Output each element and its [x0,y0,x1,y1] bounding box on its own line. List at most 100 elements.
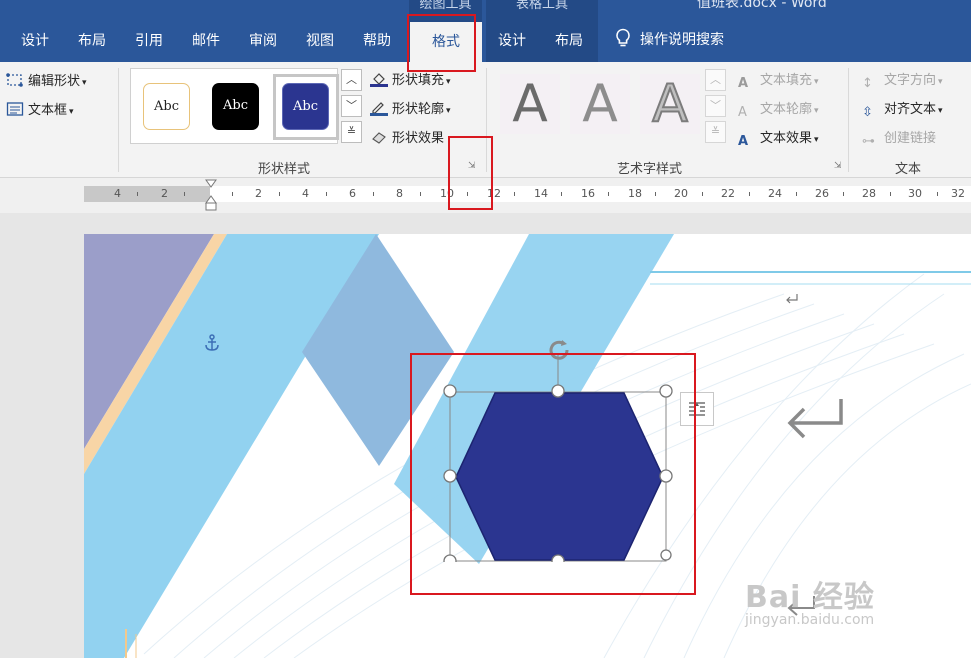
pen-icon [370,102,388,116]
ruler-tick [937,192,938,196]
text-outline-label: 文本轮廓 [760,102,813,117]
chevron-down-icon: ﹀ [346,99,357,112]
text-fill-icon: A [738,76,749,91]
watermark-url: jingyan.baidu.com [745,612,875,628]
document-title: 值班表.docx - Word [697,0,827,11]
text-box-label: 文本框 [28,103,68,118]
text-direction-icon: ↕ [862,76,873,91]
gallery-more-button[interactable]: ≚ [341,121,362,143]
anchor-icon[interactable] [204,334,220,352]
text-effects-icon: A [738,134,749,149]
paint-bucket-icon [370,73,388,87]
ruler-number: 2 [255,187,262,200]
title-tab-bar: 绘图工具 表格工具 值班表.docx - Word 设计 布局 引用 邮件 审阅… [0,0,971,62]
ruler-number: 8 [396,187,403,200]
wordart-group-label: 艺术字样式 [617,162,683,177]
chevron-down-icon: ▾ [938,106,943,116]
wordart-styles-gallery: A A A [496,68,704,144]
ruler-tick [514,192,515,196]
divider [118,68,119,172]
ruler-tick [373,192,374,196]
paragraph-mark-icon [786,294,798,304]
edit-shape-label: 编辑形状 [28,74,81,89]
ruler-tick [749,192,750,196]
ruler-number: 14 [534,187,548,200]
text-box-button[interactable]: 文本框 ▾ [6,99,74,118]
align-text-label: 对齐文本 [884,102,937,117]
wordart-style-1[interactable]: A [500,74,560,134]
tab-design[interactable]: 设计 [21,30,49,50]
shape-style-blue[interactable]: Abc [282,83,329,130]
chevron-up-icon: ︿ [346,73,357,86]
drawing-tools-label: 绘图工具 [419,0,472,12]
shape-style-white[interactable]: Abc [143,83,190,130]
ruler-tick [796,192,797,196]
gallery-scroll-up-button[interactable]: ︿ [341,69,362,91]
text-direction-label: 文字方向 [884,73,937,88]
align-text-button[interactable]: ⇳ 对齐文本 ▾ [862,98,943,121]
wordart-scroll-up-button[interactable]: ︿ [705,69,726,91]
text-effects-button[interactable]: A 文本效果 ▾ [738,127,819,150]
text-box-icon [6,102,24,116]
tab-layout[interactable]: 布局 [78,30,106,50]
chevron-up-icon: ︿ [710,73,721,86]
tab-view[interactable]: 视图 [306,30,334,50]
chevron-down-icon: ▾ [814,106,819,116]
chevron-down-icon: ▾ [82,78,87,88]
ruler-tick [843,192,844,196]
table-tools-label: 表格工具 [515,0,568,12]
wordart-style-2[interactable]: A [570,74,630,134]
chevron-down-icon: ▾ [446,77,451,87]
wordart-scroll-down-button[interactable]: ﹀ [705,95,726,117]
ruler-number: 6 [349,187,356,200]
chevron-down-icon: ▾ [938,77,943,87]
indent-marker-icon[interactable] [203,179,219,212]
chevron-down-icon: ▾ [814,135,819,145]
annotation-hexagon [410,353,696,595]
ruler-number: 2 [161,187,168,200]
shape-fill-label: 形状填充 [392,73,445,88]
tab-review[interactable]: 审阅 [249,30,277,50]
text-outline-button[interactable]: A 文本轮廓 ▾ [738,98,819,121]
annotation-format-tab [407,14,476,72]
chevron-down-icon: ▾ [446,106,451,116]
paragraph-mark-large-icon [787,399,843,439]
shape-outline-button[interactable]: 形状轮廓 ▾ [370,98,451,117]
tab-references[interactable]: 引用 [135,30,163,50]
text-group-label: 文本 [895,162,922,177]
create-link-button[interactable]: ⊶ 创建链接 [862,127,936,150]
text-effects-label: 文本效果 [760,131,813,146]
ruler-tick [702,192,703,196]
tell-me-search[interactable]: 操作说明搜索 [614,28,724,49]
ruler-margin [84,186,210,202]
align-text-icon: ⇳ [862,105,873,120]
tab-mailings[interactable]: 邮件 [192,30,220,50]
tab-table-design[interactable]: 设计 [498,30,526,50]
ruler-number: 4 [302,187,309,200]
ruler-number: 30 [908,187,922,200]
wordart-more-button[interactable]: ≚ [705,121,726,143]
wordart-style-3[interactable]: A [640,73,700,135]
gallery-scroll-down-button[interactable]: ﹀ [341,95,362,117]
tell-me-label: 操作说明搜索 [640,32,724,48]
annotation-dialog-launcher [448,136,493,210]
tab-table-layout[interactable]: 布局 [555,30,583,50]
chevron-down-icon: ▾ [69,107,74,117]
edit-shape-button[interactable]: 编辑形状 ▾ [6,70,87,89]
expand-gallery-icon: ≚ [710,125,721,138]
shape-outline-label: 形状轮廓 [392,102,445,117]
ruler-tick [326,192,327,196]
text-direction-button[interactable]: ↕ 文字方向 ▾ [862,69,943,92]
lightbulb-icon [616,28,630,47]
edit-shape-icon [6,73,23,87]
tab-help[interactable]: 帮助 [363,30,391,50]
dialog-launcher-icon[interactable]: ⇲ [834,161,844,171]
ruler-tick [232,192,233,196]
ruler-number: 4 [114,187,121,200]
text-fill-button[interactable]: A 文本填充 ▾ [738,69,819,92]
shape-effects-label: 形状效果 [392,131,445,146]
shape-style-black[interactable]: Abc [212,83,259,130]
shape-effects-button[interactable]: 形状效果 [370,127,444,146]
baidu-watermark: Bai 经验 [745,580,875,615]
ruler-tick [420,192,421,196]
